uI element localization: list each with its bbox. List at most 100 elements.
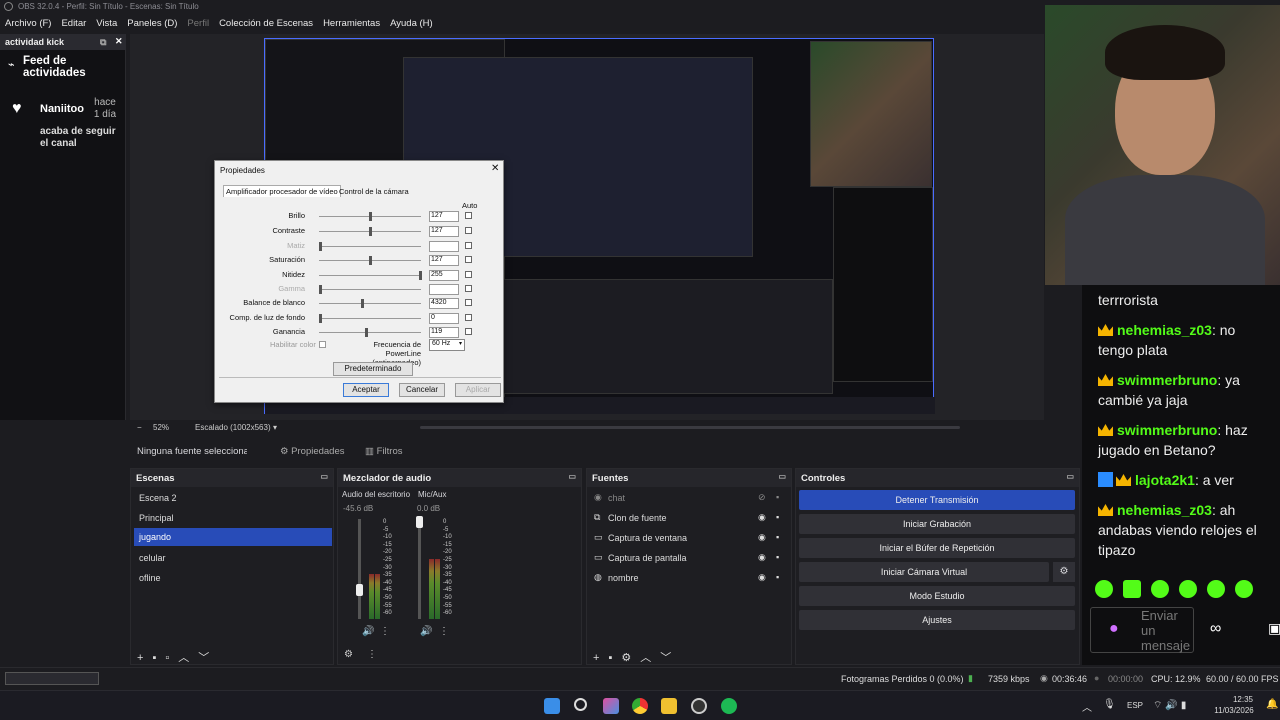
start-recording-button[interactable]: Iniciar Grabación <box>799 514 1075 534</box>
add-icon[interactable]: + <box>593 652 608 664</box>
slider-thumb[interactable] <box>319 285 322 294</box>
studio-mode-button[interactable]: Modo Estudio <box>799 586 1075 606</box>
auto-checkbox[interactable] <box>465 227 472 234</box>
powerline-select[interactable]: 60 Hz ▾ <box>429 339 465 351</box>
panel-menu-icon[interactable]: ▭ <box>778 472 786 481</box>
auto-checkbox[interactable] <box>465 242 472 249</box>
scene-item[interactable]: celular <box>134 549 332 567</box>
enable-color-checkbox[interactable] <box>319 341 326 348</box>
spotify-icon[interactable] <box>721 698 737 714</box>
cancel-button[interactable]: Cancelar <box>399 383 445 397</box>
mic-icon[interactable]: 🎙 <box>1103 699 1116 710</box>
menu-vista[interactable]: Vista <box>91 18 122 29</box>
setting-slider[interactable] <box>319 332 421 333</box>
apply-button[interactable]: Aplicar <box>455 383 501 397</box>
ok-button[interactable]: Aceptar <box>343 383 389 397</box>
lock-icon[interactable]: ▪ <box>776 552 779 562</box>
scale-label[interactable]: Escalado (1002x563) <box>195 423 271 432</box>
scene-item-selected[interactable]: jugando <box>134 528 332 546</box>
kebab-menu-icon[interactable]: ⋮ <box>439 626 449 637</box>
filters-icon[interactable]: ▥ Filtros <box>365 446 403 457</box>
obs-icon[interactable] <box>691 698 707 714</box>
tab-camera-control[interactable]: Control de la cámara <box>337 186 411 197</box>
eye-hidden-icon[interactable]: ⊘ <box>758 492 766 503</box>
setting-value[interactable] <box>429 284 459 295</box>
lock-icon[interactable]: ▪ <box>776 492 779 502</box>
slider-thumb[interactable] <box>319 314 322 323</box>
zoom-out-button[interactable]: − <box>137 423 142 432</box>
setting-slider[interactable] <box>319 275 421 276</box>
emote-icon[interactable] <box>1179 580 1197 598</box>
auto-checkbox[interactable] <box>465 271 472 278</box>
slider-thumb[interactable] <box>361 299 364 308</box>
speaker-icon[interactable]: 🔊 <box>362 626 374 637</box>
slider-thumb[interactable] <box>365 328 368 337</box>
clock-time[interactable]: 12:35 <box>1228 695 1258 704</box>
slider-thumb[interactable] <box>319 242 322 251</box>
slider-thumb[interactable] <box>369 212 372 221</box>
dock-tabs[interactable] <box>5 672 99 685</box>
setting-slider[interactable] <box>319 303 421 304</box>
up-icon[interactable]: ︿ <box>640 652 660 664</box>
stop-stream-button[interactable]: Detener Transmisión <box>799 490 1075 510</box>
settings-button[interactable]: Ajustes <box>799 610 1075 630</box>
add-icon[interactable]: + <box>137 652 152 664</box>
gear-icon[interactable]: ⚙ Propiedades <box>280 446 345 457</box>
source-item[interactable]: ⧉ Clon de fuente ◉ ▪ <box>590 509 788 527</box>
emote-icon[interactable] <box>1207 580 1225 598</box>
lock-icon[interactable]: ▪ <box>776 512 779 522</box>
volume-thumb[interactable] <box>416 516 423 528</box>
setting-value[interactable]: 0 <box>429 313 459 324</box>
volume-slider[interactable] <box>418 519 421 619</box>
down-icon[interactable]: ﹀ <box>198 652 218 664</box>
setting-value[interactable]: 127 <box>429 211 459 222</box>
scene-item[interactable]: Escena 2 <box>134 489 332 507</box>
setting-value[interactable] <box>429 241 459 252</box>
chevron-down-icon[interactable]: ▾ <box>273 423 277 432</box>
copilot-icon[interactable] <box>603 698 619 714</box>
menu-herramientas[interactable]: Herramientas <box>318 18 385 29</box>
notification-icon[interactable]: 🔔 <box>1266 699 1278 710</box>
auto-checkbox[interactable] <box>465 328 472 335</box>
filters-label[interactable]: Filtros <box>377 446 403 457</box>
virtual-camera-button[interactable]: Iniciar Cámara Virtual <box>799 562 1049 582</box>
chevron-up-icon[interactable]: ︿ <box>1082 699 1092 714</box>
undock-icon[interactable]: ⧉ <box>100 37 106 48</box>
lock-icon[interactable]: ▪ <box>776 572 779 582</box>
replay-buffer-button[interactable]: Iniciar el Búfer de Repetición <box>799 538 1075 558</box>
kebab-menu-icon[interactable]: ⋮ <box>380 626 390 637</box>
source-item[interactable]: ◍ nombre ◉ ▪ <box>590 569 788 587</box>
emote-icon[interactable] <box>1151 580 1169 598</box>
auto-checkbox[interactable] <box>465 285 472 292</box>
speaker-icon[interactable]: 🔊 <box>420 626 432 637</box>
setting-value[interactable]: 127 <box>429 255 459 266</box>
close-icon[interactable]: ✕ <box>115 36 123 47</box>
setting-value[interactable]: 255 <box>429 270 459 281</box>
source-item[interactable]: ◉ chat ⊘ ▪ <box>590 489 788 507</box>
source-item[interactable]: ▭ Captura de pantalla ◉ ▪ <box>590 549 788 567</box>
menu-ayuda[interactable]: Ayuda (H) <box>385 18 438 29</box>
default-button[interactable]: Predeterminado <box>333 362 413 376</box>
vcam-settings-icon[interactable]: ⚙ <box>1053 562 1075 582</box>
chat-send-input[interactable]: ● Enviar un mensaje <box>1090 607 1194 653</box>
volume-slider[interactable] <box>358 519 361 619</box>
infinity-icon[interactable]: ∞ <box>1210 620 1221 638</box>
down-icon[interactable]: ﹀ <box>660 652 680 664</box>
slider-thumb[interactable] <box>369 256 372 265</box>
start-icon[interactable] <box>544 698 560 714</box>
tray-icons[interactable]: ⌔🔊▮ <box>1153 699 1189 712</box>
auto-checkbox[interactable] <box>465 212 472 219</box>
chrome-icon[interactable] <box>632 698 648 714</box>
tab-video-amp[interactable]: Amplificador procesador de vídeo <box>223 185 341 197</box>
dialog-close-icon[interactable]: ✕ <box>491 163 499 174</box>
file-explorer-icon[interactable] <box>661 698 677 714</box>
kebab-menu-icon[interactable]: ⋮ <box>367 649 377 660</box>
gift-icon[interactable]: ▣ <box>1268 620 1280 637</box>
auto-checkbox[interactable] <box>465 256 472 263</box>
eye-icon[interactable]: ◉ <box>758 572 766 583</box>
clock-date[interactable]: 11/03/2026 <box>1210 706 1258 715</box>
menu-coleccion[interactable]: Colección de Escenas <box>214 18 318 29</box>
eye-icon[interactable]: ◉ <box>758 532 766 543</box>
filter-icon[interactable]: ▫ <box>165 652 178 664</box>
panel-menu-icon[interactable]: ▭ <box>320 472 328 481</box>
